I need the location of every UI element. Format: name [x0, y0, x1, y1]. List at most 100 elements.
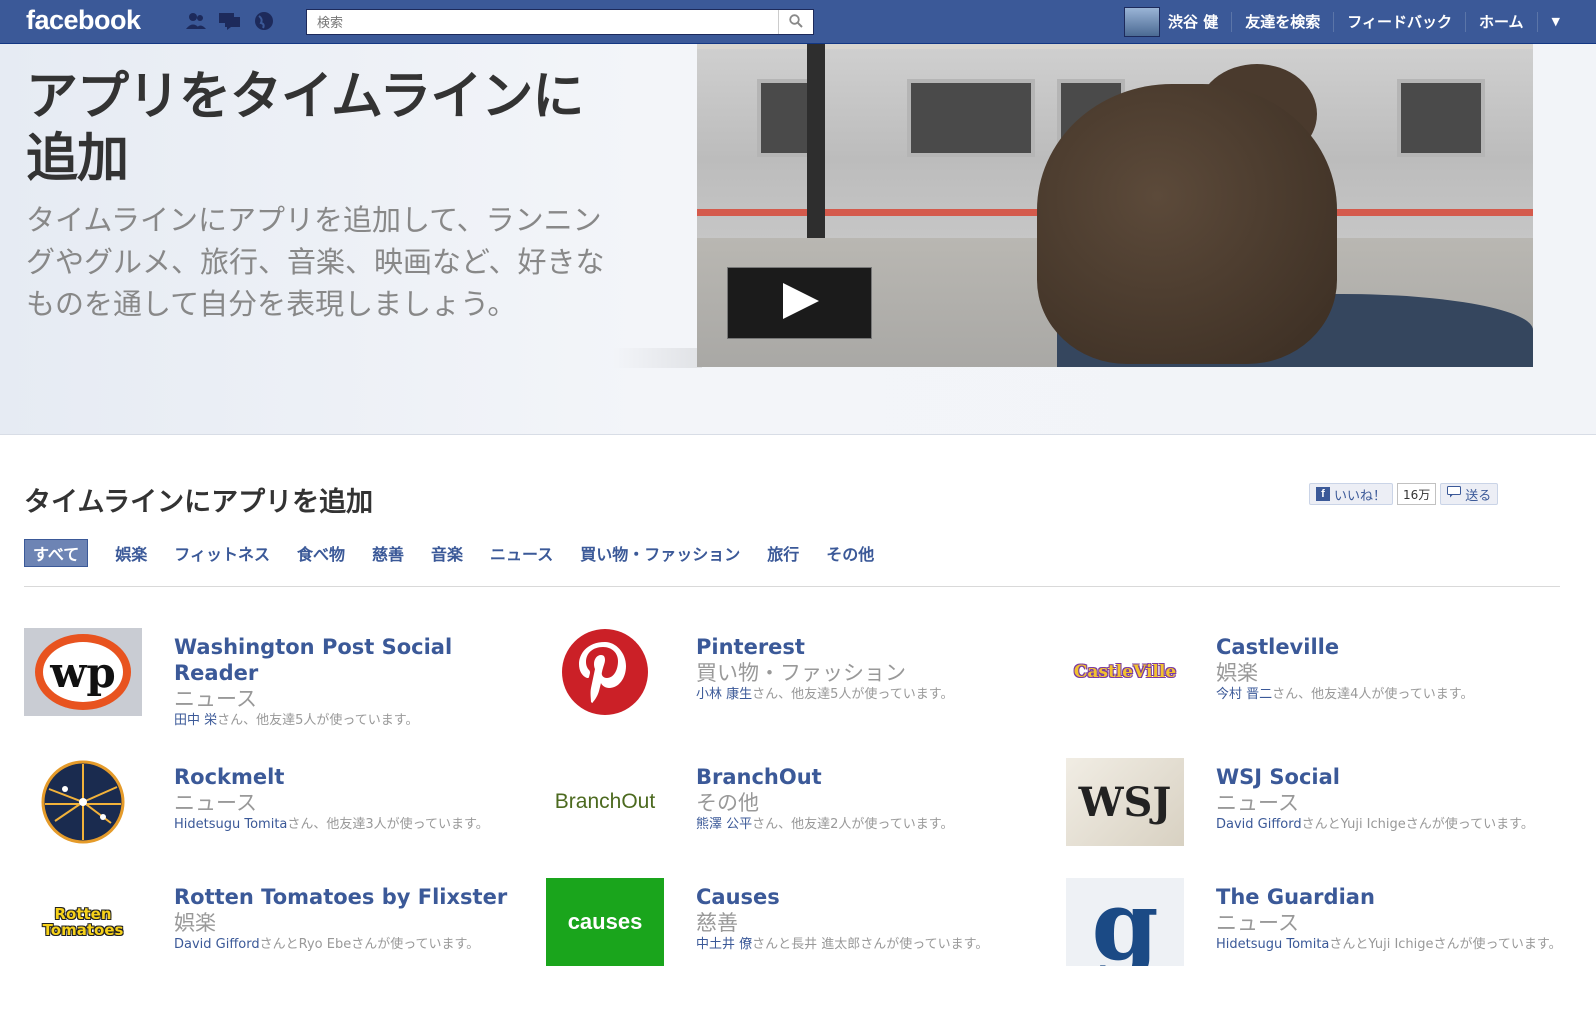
tab-entertainment[interactable]: 娯楽 [115, 540, 147, 566]
causes-logo-text: causes [567, 909, 643, 934]
search-icon [789, 13, 803, 32]
app-friends: 小林 康生さん、他友達5人が使っています。 [696, 686, 1046, 703]
app-friends: 今村 晋二さん、他友達4人が使っています。 [1216, 686, 1566, 703]
guardian-logo-text: g [1091, 878, 1159, 966]
app-name[interactable]: Washington Post Social Reader [174, 635, 452, 685]
app-info: WSJ Social ニュース David GiffordさんとYuji Ich… [1216, 764, 1566, 833]
friends-suffix: さん、他友達2人が使っています。 [752, 817, 954, 832]
pinterest-logo-icon[interactable] [546, 628, 664, 716]
app-name[interactable]: Castleville [1216, 635, 1339, 659]
hero-banner: アプリをタイムラインに追加 タイムラインにアプリを追加して、ランニングやグルメ、… [0, 44, 1596, 435]
friends-suffix: さんとYuji Ichigeさんが使っています。 [1301, 817, 1534, 832]
facebook-logo[interactable]: facebook [26, 5, 141, 36]
friend-name-link[interactable]: David Gifford [1216, 817, 1302, 832]
app-info: Causes 慈善 中土井 僚さんと長井 進太郎さんが使っています。 [696, 884, 1046, 953]
train-window [907, 79, 1035, 157]
home-link[interactable]: ホーム [1466, 11, 1538, 32]
friends-suffix: さん、他友達5人が使っています。 [752, 687, 954, 702]
notification-jewels [184, 10, 276, 32]
user-name-link[interactable]: 渋谷 健 [1168, 11, 1233, 32]
app-category: ニュース [1216, 911, 1299, 935]
tab-shopping-fashion[interactable]: 買い物・ファッション [580, 540, 740, 566]
tab-news[interactable]: ニュース [490, 540, 553, 566]
friend-name-link[interactable]: 熊澤 公平 [696, 817, 752, 832]
messages-icon[interactable] [218, 10, 242, 32]
app-friends: 中土井 僚さんと長井 進太郎さんが使っています。 [696, 936, 1046, 953]
app-name[interactable]: Pinterest [696, 635, 805, 659]
app-name[interactable]: Rockmelt [174, 765, 284, 789]
castleville-logo-text: CastleVille [1073, 662, 1177, 682]
causes-logo-icon[interactable]: causes [546, 878, 664, 966]
category-tabs: すべて 娯楽 フィットネス 食べ物 慈善 音楽 ニュース 買い物・ファッション … [24, 539, 901, 567]
friends-suffix: さんと長井 進太郎さんが使っています。 [752, 937, 989, 952]
friend-name-link[interactable]: David Gifford [174, 937, 260, 952]
account-menu-chevron-down-icon[interactable]: ▼ [1538, 15, 1560, 28]
app-name[interactable]: Causes [696, 885, 780, 909]
friend-name-link[interactable]: 小林 康生 [696, 687, 752, 702]
hero-video[interactable] [697, 44, 1533, 367]
tab-charity[interactable]: 慈善 [372, 540, 404, 566]
video-person-head [1037, 84, 1337, 364]
friend-name-link[interactable]: Hidetsugu Tomita [174, 817, 287, 832]
castleville-logo-icon[interactable]: CastleVille [1066, 628, 1184, 716]
app-category: ニュース [174, 687, 257, 711]
app-info: Rotten Tomatoes by Flixster 娯楽 David Gif… [174, 884, 524, 953]
branchout-logo-text: BranchOut [554, 790, 656, 813]
branchout-logo-icon[interactable]: BranchOut [546, 758, 664, 846]
app-name[interactable]: BranchOut [696, 765, 822, 789]
rotten-tomatoes-logo-text: Rotten Tomatoes [42, 905, 124, 939]
app-friends: 熊澤 公平さん、他友達2人が使っています。 [696, 816, 1046, 833]
tab-fitness[interactable]: フィットネス [174, 540, 270, 566]
like-button[interactable]: f いいね！ [1309, 483, 1394, 505]
hero-description: タイムラインにアプリを追加して、ランニングやグルメ、旅行、音楽、映画など、好きな… [26, 203, 605, 321]
app-info: Washington Post Social Reader ニュース 田中 栄さ… [174, 634, 524, 729]
send-icon [1447, 486, 1462, 502]
search-box [306, 9, 814, 35]
app-friends: David GiffordさんとYuji Ichigeさんが使っています。 [1216, 816, 1566, 833]
friend-requests-icon[interactable] [184, 10, 208, 32]
like-label: いいね！ [1334, 488, 1387, 504]
guardian-logo-icon[interactable]: g [1066, 878, 1184, 966]
notifications-globe-icon[interactable] [252, 10, 276, 32]
app-category: 娯楽 [174, 911, 216, 935]
app-info: BranchOut その他 熊澤 公平さん、他友達2人が使っています。 [696, 764, 1046, 833]
play-button[interactable] [727, 267, 872, 339]
facebook-f-icon: f [1316, 487, 1330, 501]
video-pole [807, 44, 825, 254]
app-name[interactable]: The Guardian [1216, 885, 1375, 909]
like-count: 16万 [1397, 483, 1437, 505]
tab-music[interactable]: 音楽 [431, 540, 463, 566]
app-name[interactable]: Rotten Tomatoes by Flixster [174, 885, 507, 909]
divider [24, 586, 1560, 587]
friend-name-link[interactable]: 今村 晋二 [1216, 687, 1272, 702]
friend-name-link[interactable]: 田中 栄 [174, 713, 217, 728]
tab-travel[interactable]: 旅行 [767, 540, 799, 566]
app-name[interactable]: WSJ Social [1216, 765, 1340, 789]
user-avatar[interactable] [1124, 6, 1161, 37]
app-info: Pinterest 買い物・ファッション 小林 康生さん、他友達5人が使っていま… [696, 634, 1046, 703]
app-info: Rockmelt ニュース Hidetsugu Tomitaさん、他友達3人が使… [174, 764, 524, 833]
search-input[interactable] [315, 11, 779, 35]
tab-other[interactable]: その他 [826, 540, 874, 566]
app-category: 買い物・ファッション [696, 661, 906, 685]
train-window [1397, 79, 1485, 157]
find-friends-link[interactable]: 友達を検索 [1232, 11, 1335, 32]
hero-title: アプリをタイムラインに追加 [26, 67, 584, 189]
search-button[interactable] [778, 10, 813, 34]
send-button[interactable]: 送る [1440, 483, 1499, 505]
wp-logo-icon[interactable]: wp [24, 628, 142, 716]
like-box: f いいね！ 16万 送る [1309, 483, 1499, 505]
friend-name-link[interactable]: Hidetsugu Tomita [1216, 937, 1329, 952]
send-label: 送る [1465, 488, 1492, 504]
rockmelt-globe-icon[interactable] [24, 758, 142, 846]
wsj-logo-icon[interactable]: WSJ [1066, 758, 1184, 846]
play-icon [777, 281, 823, 325]
app-info: The Guardian ニュース Hidetsugu TomitaさんとYuj… [1216, 884, 1566, 953]
rotten-tomatoes-logo-icon[interactable]: Rotten Tomatoes [24, 878, 142, 966]
app-category: 娯楽 [1216, 661, 1258, 685]
tab-all[interactable]: すべて [24, 539, 89, 567]
tab-food[interactable]: 食べ物 [297, 540, 345, 566]
feedback-link[interactable]: フィードバック [1334, 11, 1466, 32]
app-category: 慈善 [696, 911, 738, 935]
friend-name-link[interactable]: 中土井 僚 [696, 937, 752, 952]
